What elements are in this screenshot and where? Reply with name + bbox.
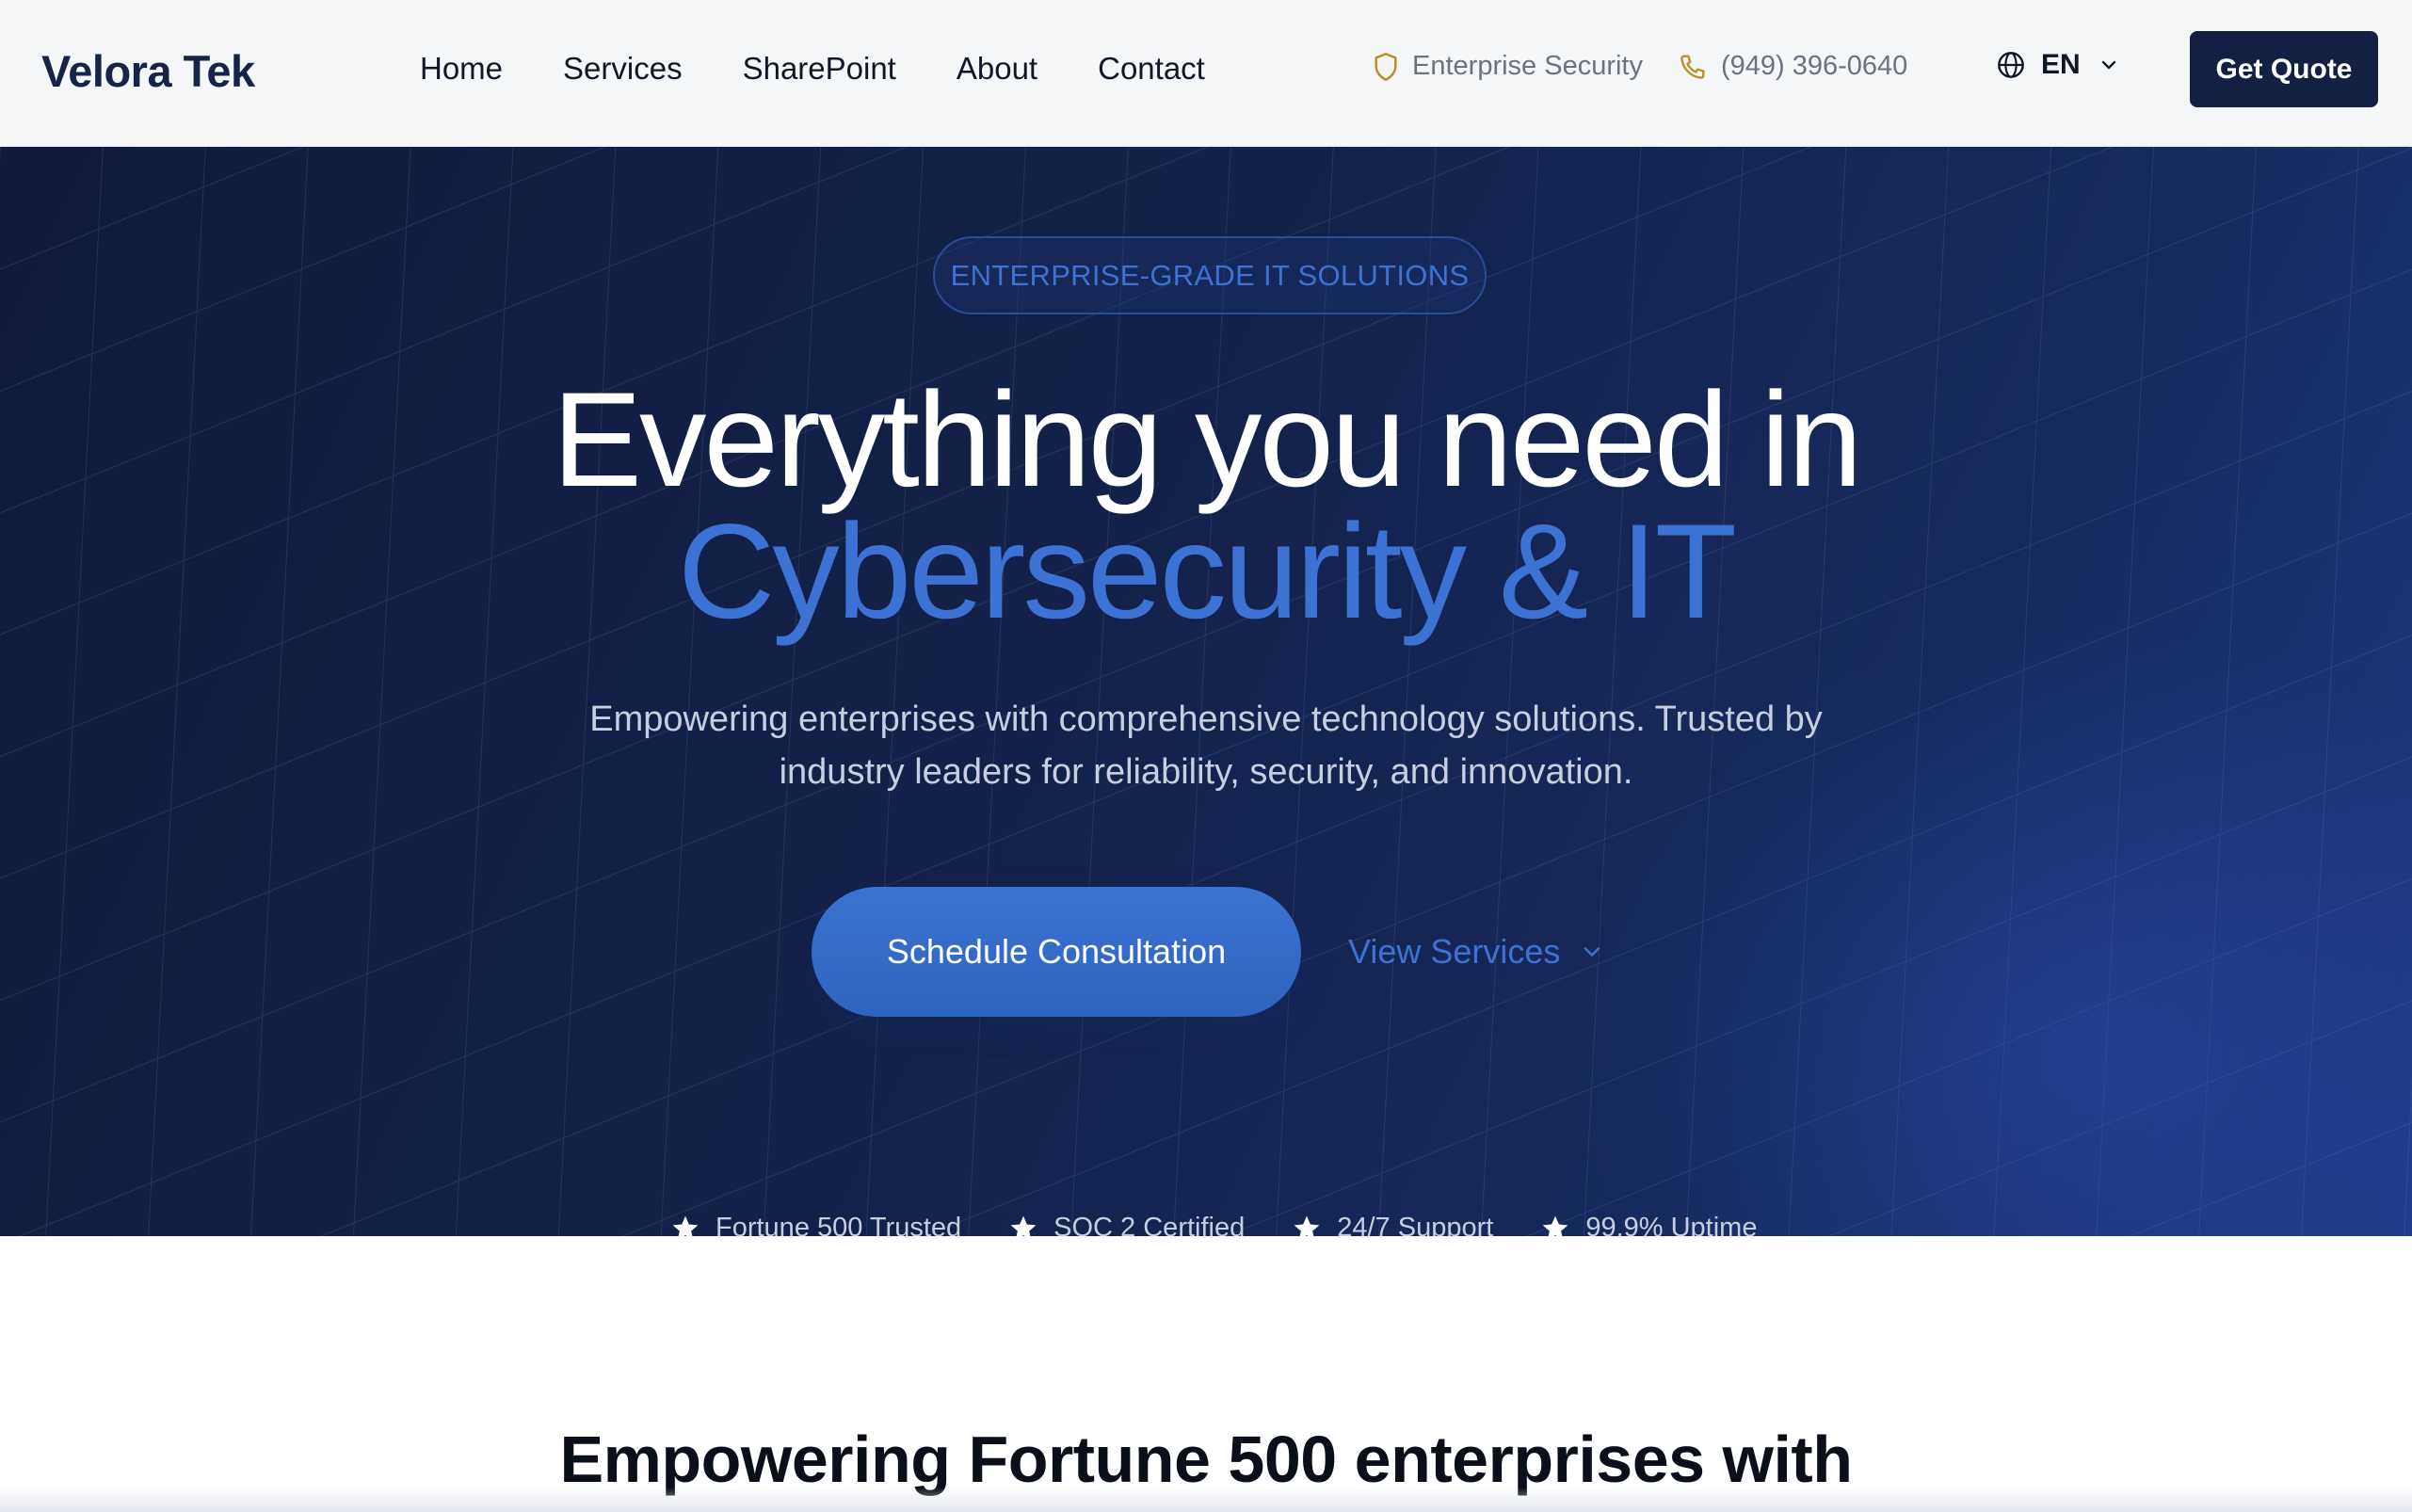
star-icon	[1294, 1215, 1320, 1236]
trust-badge-label: 24/7 Support	[1337, 1213, 1494, 1236]
globe-icon	[1998, 52, 2024, 78]
site-header: Velora Tek Home Services SharePoint Abou…	[0, 0, 2412, 147]
chevron-down-icon	[1584, 947, 1600, 957]
hero-subtext: Empowering enterprises with comprehensiv…	[589, 700, 1823, 792]
trust-badge: SOC 2 Certified	[1008, 1213, 1245, 1236]
trust-badge: Fortune 500 Trusted	[670, 1213, 961, 1236]
schedule-consultation-button[interactable]: Schedule Consultation	[812, 887, 1301, 1017]
section-fade	[0, 1488, 2412, 1512]
trust-badge: 24/7 Support	[1292, 1213, 1493, 1236]
shield-icon	[1375, 52, 1397, 81]
nav-item-services[interactable]: Services	[563, 51, 683, 87]
trust-badge-label: SOC 2 Certified	[1053, 1213, 1246, 1236]
hero-section: ENTERPRISE-GRADE IT SOLUTIONS Everything…	[0, 147, 2412, 1236]
view-services-link[interactable]: View Services	[1348, 887, 1605, 1017]
trust-badge-label: 99.9% Uptime	[1585, 1213, 1758, 1236]
star-icon	[672, 1215, 699, 1236]
hero-badge-pill: ENTERPRISE-GRADE IT SOLUTIONS	[933, 236, 1487, 314]
nav-item-home[interactable]: Home	[420, 51, 503, 87]
phone-number: (949) 396-0640	[1721, 51, 1908, 81]
trust-badge-label: Fortune 500 Trusted	[716, 1213, 962, 1236]
trust-badge: 99.9% Uptime	[1540, 1213, 1757, 1236]
main-nav: Home Services SharePoint About Contact	[420, 51, 1265, 87]
star-icon	[1010, 1215, 1037, 1236]
hero-headline-highlight: Cybersecurity & IT	[677, 497, 1737, 647]
enterprise-security-info: Enterprise Security	[1373, 51, 1643, 82]
get-quote-button[interactable]: Get Quote	[2190, 31, 2378, 107]
chevron-down-icon	[2101, 60, 2115, 70]
trust-badges: Fortune 500 Trusted SOC 2 Certified 24/7…	[670, 1213, 1804, 1236]
logo[interactable]: Velora Tek	[41, 45, 255, 97]
phone-icon	[1680, 54, 1705, 79]
star-icon	[1542, 1215, 1568, 1236]
security-label: Enterprise Security	[1412, 51, 1643, 81]
hero-headline: Everything you need in	[552, 365, 1863, 515]
language-label: EN	[2041, 49, 2081, 80]
nav-item-about[interactable]: About	[957, 51, 1037, 87]
phone-info[interactable]: (949) 396-0640	[1678, 51, 1907, 82]
nav-item-sharepoint[interactable]: SharePoint	[743, 51, 896, 87]
view-services-label: View Services	[1348, 932, 1561, 971]
nav-item-contact[interactable]: Contact	[1098, 51, 1205, 87]
language-selector[interactable]: EN	[1996, 49, 2120, 81]
